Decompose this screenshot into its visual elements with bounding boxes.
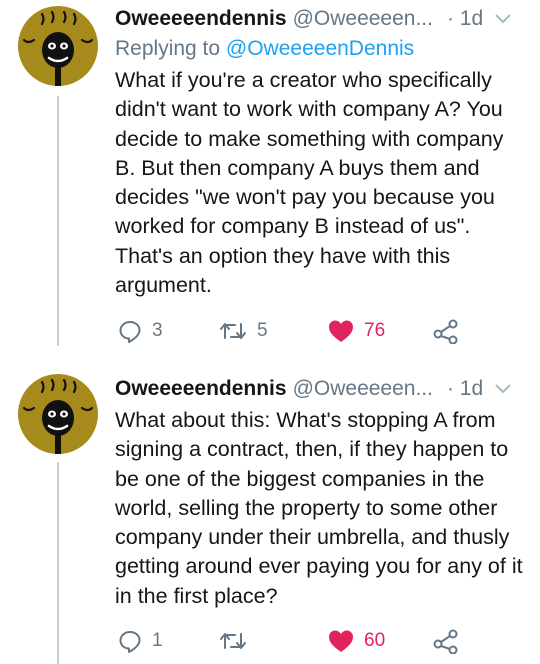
reply-button[interactable]: 1 (118, 626, 163, 656)
tweet-text: What about this: What's stopping A from … (115, 408, 529, 608)
reply-count: 1 (152, 630, 163, 651)
retweet-button[interactable] (219, 626, 257, 656)
reply-count: 3 (152, 320, 163, 341)
retweet-button[interactable]: 5 (219, 316, 268, 346)
heart-icon (328, 319, 354, 343)
tweet-actions: 3 5 76 (115, 316, 526, 346)
replying-to: Replying to @OweeeeenDennis (115, 34, 526, 64)
chevron-down-icon[interactable] (495, 383, 511, 395)
like-count: 60 (364, 630, 386, 651)
share-icon (433, 628, 459, 654)
chevron-down-icon[interactable] (495, 13, 511, 25)
replying-to-label: Replying to (115, 37, 221, 60)
timestamp[interactable]: · 1d (447, 377, 483, 401)
share-icon (433, 318, 459, 344)
avatar[interactable] (18, 374, 98, 454)
retweet-icon (219, 630, 247, 652)
tweet-text: What if you're a creator who specificall… (115, 68, 510, 298)
author-name[interactable]: Oweeeeendennis (115, 7, 287, 31)
author-name[interactable]: Oweeeeendennis (115, 377, 287, 401)
share-button[interactable] (433, 626, 459, 656)
tweet-actions: 1 60 (115, 626, 526, 656)
retweet-count: 5 (257, 320, 268, 341)
share-button[interactable] (433, 316, 459, 346)
author-handle[interactable]: @Oweeeeen... (293, 7, 433, 31)
timestamp[interactable]: · 1d (447, 7, 483, 31)
like-count: 76 (364, 320, 386, 341)
heart-icon (328, 629, 354, 653)
reply-icon (118, 629, 142, 653)
reply-icon (118, 319, 142, 343)
like-button[interactable]: 76 (328, 316, 385, 346)
replying-to-mention[interactable]: @OweeeeenDennis (226, 37, 414, 60)
reply-button[interactable]: 3 (118, 316, 163, 346)
thread-line (57, 462, 59, 664)
retweet-icon (219, 320, 247, 342)
avatar[interactable] (18, 6, 98, 86)
author-handle[interactable]: @Oweeeeen... (293, 377, 433, 401)
thread-line (57, 96, 59, 346)
like-button[interactable]: 60 (328, 626, 385, 656)
